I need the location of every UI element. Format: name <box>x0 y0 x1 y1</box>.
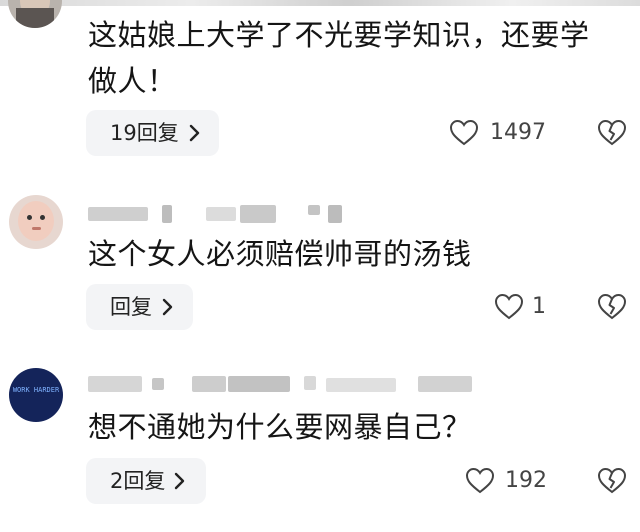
chevron-right-icon <box>160 284 176 346</box>
heart-icon[interactable] <box>494 292 524 322</box>
broken-heart-icon[interactable] <box>597 466 627 496</box>
like-count: 1 <box>532 294 546 319</box>
reply-label: 回复 <box>110 295 152 319</box>
like-count: 192 <box>505 468 547 493</box>
chevron-right-icon <box>187 110 203 172</box>
username-blurred <box>88 372 478 394</box>
avatar[interactable]: WORK HARDER <box>9 368 63 422</box>
username-blurred <box>88 203 348 225</box>
comment-text-line: 这姑娘上大学了不光要学知识，还要学 <box>88 18 590 52</box>
comment-item: 这姑娘上大学了不光要学知识，还要学 做人！ 19回复 1497 <box>0 0 640 170</box>
broken-heart-icon[interactable] <box>597 292 627 322</box>
reply-label: 2回复 <box>110 469 166 493</box>
comment-text-line: 想不通她为什么要网暴自己？ <box>88 410 472 444</box>
avatar[interactable] <box>9 195 63 249</box>
comment-text-line: 做人！ <box>88 64 177 98</box>
avatar[interactable] <box>8 0 62 28</box>
comment-item: 这个女人必须赔偿帅哥的汤钱 回复 1 <box>0 185 640 345</box>
heart-icon[interactable] <box>465 466 495 496</box>
heart-icon[interactable] <box>449 118 479 148</box>
avatar-logo-text: WORK HARDER <box>12 386 60 394</box>
reply-button[interactable]: 19回复 <box>86 110 219 156</box>
reply-label: 19回复 <box>110 121 179 145</box>
reply-button[interactable]: 2回复 <box>86 458 206 504</box>
like-count: 1497 <box>490 120 546 145</box>
comment-text-line: 这个女人必须赔偿帅哥的汤钱 <box>88 237 472 271</box>
broken-heart-icon[interactable] <box>597 118 627 148</box>
comment-item: WORK HARDER 想不通她为什么要网暴自己？ 2回复 192 <box>0 358 640 532</box>
reply-button[interactable]: 回复 <box>86 284 193 330</box>
chevron-right-icon <box>172 458 188 520</box>
